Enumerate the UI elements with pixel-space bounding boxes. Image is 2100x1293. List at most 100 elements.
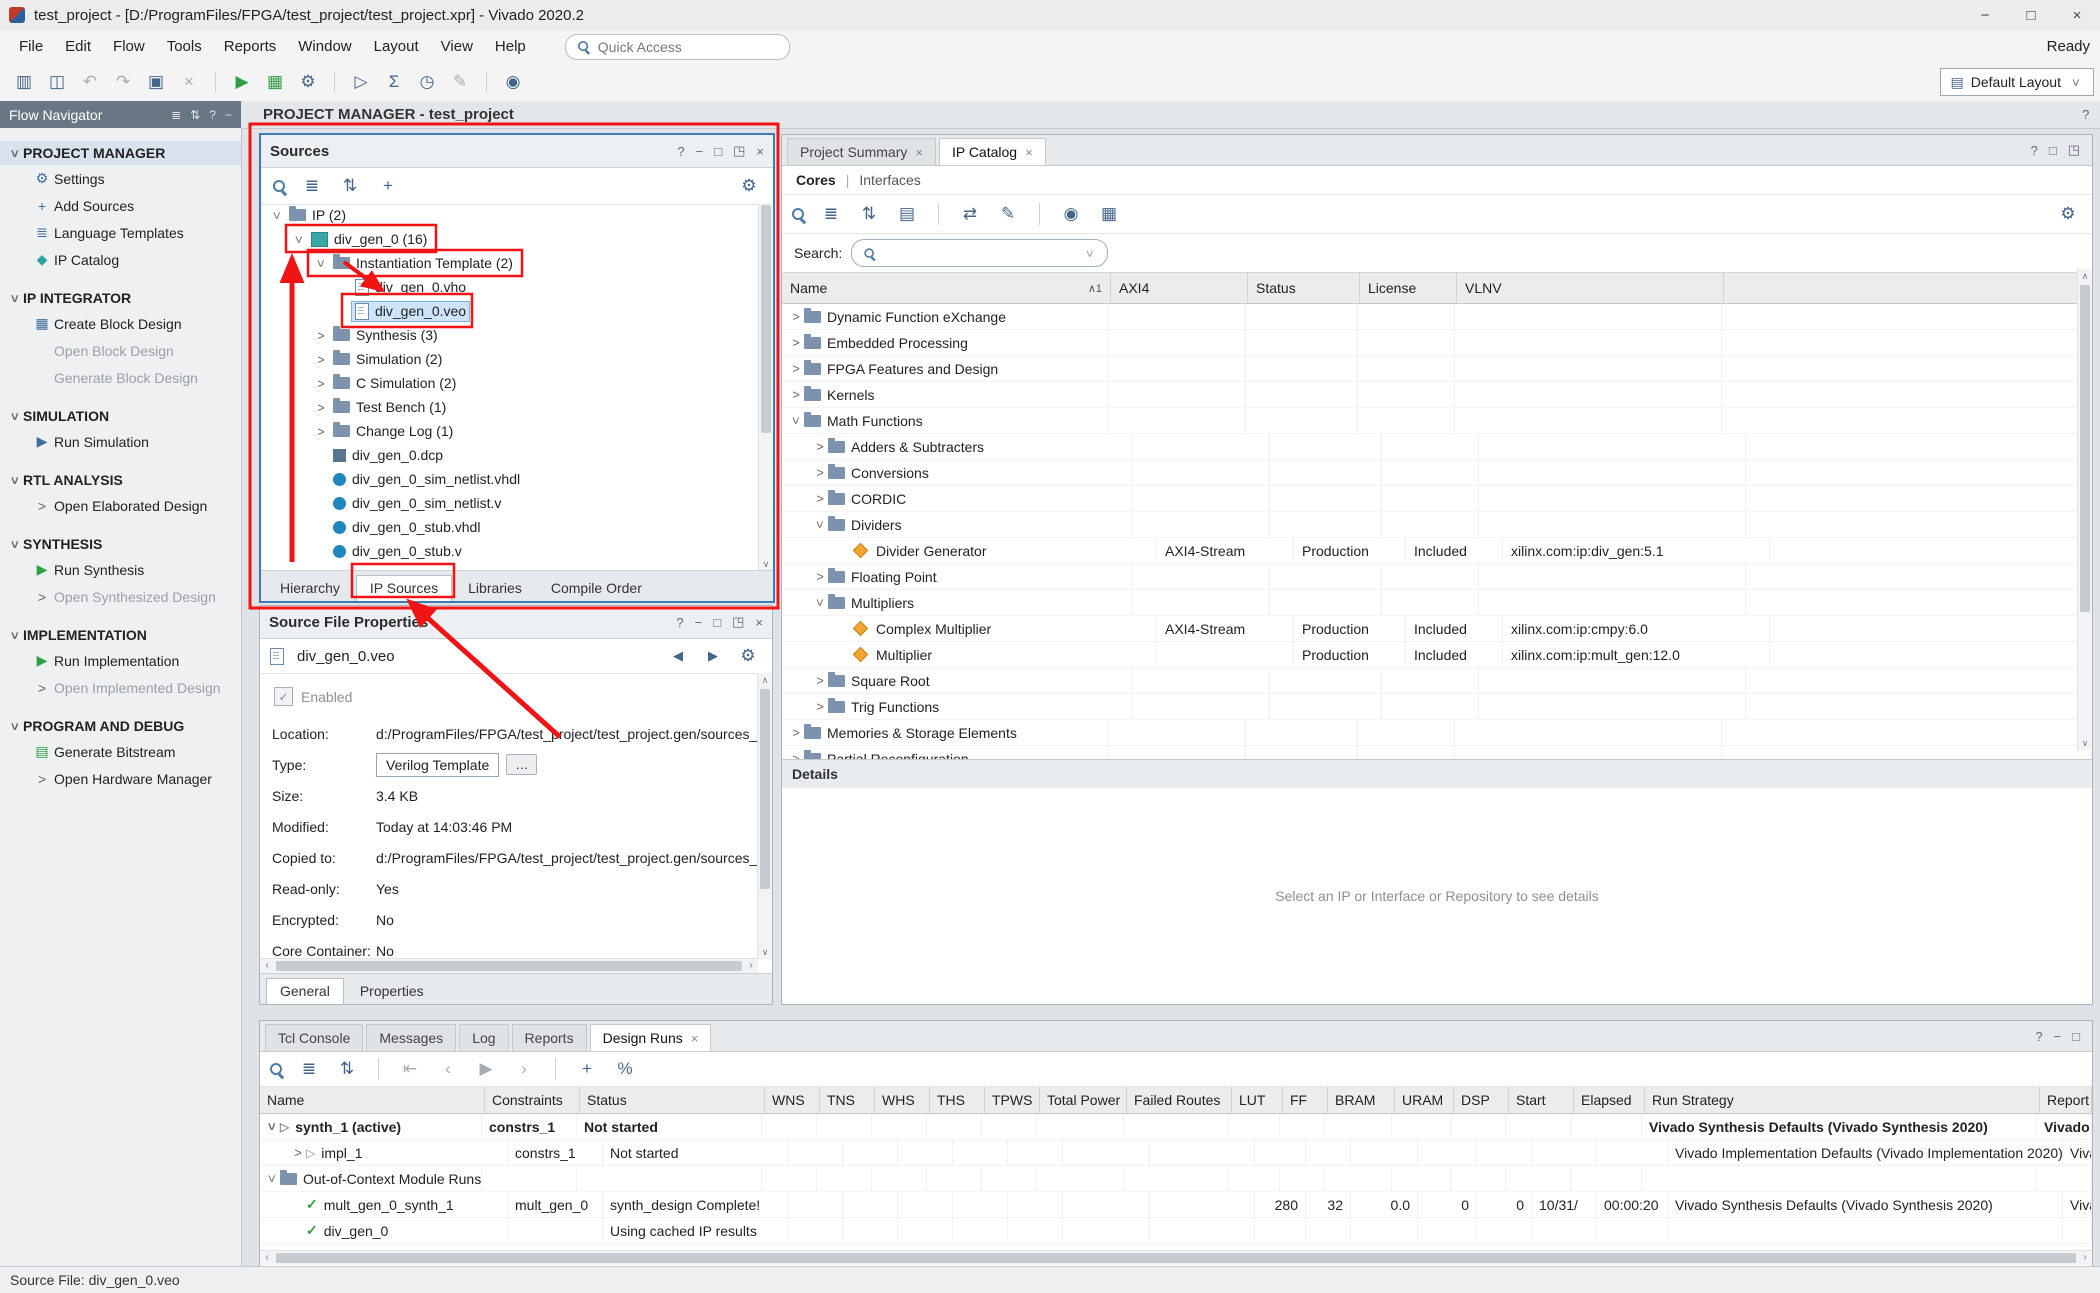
close-icon[interactable]: × (756, 144, 764, 159)
chevron-right-icon[interactable] (812, 569, 828, 584)
column-header-tns[interactable]: TNS (820, 1087, 875, 1113)
close-icon[interactable] (1025, 145, 1033, 160)
go-back-icon[interactable]: ‹ (434, 1056, 462, 1082)
menu-layout[interactable]: Layout (363, 38, 430, 55)
tree-item-div-gen-0-stub-v[interactable]: div_gen_0_stub.v (261, 539, 759, 563)
expand-all-icon[interactable]: ⇅ (336, 173, 364, 199)
ip-catalog-row-fpga-features-and-design[interactable]: FPGA Features and Design (782, 356, 2092, 382)
subnav-interfaces[interactable]: Interfaces (859, 172, 920, 188)
sum-icon[interactable]: Σ (380, 69, 408, 95)
ip-catalog-row-floating-point[interactable]: Floating Point (782, 564, 2092, 590)
tab-properties[interactable]: Properties (347, 979, 437, 1004)
chevron-right-icon[interactable] (788, 309, 804, 324)
ip-catalog-row-multipliers[interactable]: Multipliers (782, 590, 2092, 616)
chevron-down-icon[interactable] (789, 413, 804, 429)
flow-section-synthesis[interactable]: SYNTHESIS (0, 532, 241, 556)
delete-icon[interactable]: × (175, 69, 203, 95)
column-header-name[interactable]: Name∧1 (782, 273, 1111, 303)
menu-view[interactable]: View (430, 38, 484, 55)
design-run-row-out-of-context-module-runs[interactable]: Out-of-Context Module Runs (260, 1166, 2092, 1192)
open-project-icon[interactable]: ▥ (10, 69, 38, 95)
scroll-left-icon[interactable] (260, 1251, 274, 1265)
import-ip-icon[interactable]: ⇄ (956, 201, 984, 227)
chevron-right-icon[interactable] (313, 352, 329, 367)
tab-design-runs[interactable]: Design Runs (590, 1024, 712, 1051)
column-header-uram[interactable]: URAM (1395, 1087, 1454, 1113)
elaborate-icon[interactable]: ▷ (347, 69, 375, 95)
tab-libraries[interactable]: Libraries (455, 576, 535, 601)
flow-item-open-block-design[interactable]: Open Block Design (0, 337, 241, 364)
help-icon[interactable]: ? (677, 144, 684, 159)
gear-icon[interactable]: ⚙ (2054, 201, 2082, 227)
column-header-total-power[interactable]: Total Power (1040, 1087, 1127, 1113)
column-header-elapsed[interactable]: Elapsed (1574, 1087, 1645, 1113)
generate-bitstream-icon[interactable]: ▦ (261, 69, 289, 95)
menu-help[interactable]: Help (484, 38, 537, 55)
tab-project-summary[interactable]: Project Summary (787, 138, 936, 165)
tree-item-div-gen-0-stub-vhdl[interactable]: div_gen_0_stub.vhdl (261, 515, 759, 539)
menu-reports[interactable]: Reports (213, 38, 288, 55)
menu-edit[interactable]: Edit (54, 38, 102, 55)
chevron-right-icon[interactable] (313, 400, 329, 415)
settings-icon[interactable]: ⚙ (294, 69, 322, 95)
close-icon[interactable]: × (2054, 0, 2100, 30)
column-header-bram[interactable]: BRAM (1328, 1087, 1395, 1113)
flow-section-simulation[interactable]: SIMULATION (0, 404, 241, 428)
close-icon[interactable] (691, 1031, 699, 1046)
flow-item-open-elaborated-design[interactable]: Open Elaborated Design (0, 492, 241, 519)
minimize-icon[interactable]: − (225, 108, 232, 122)
chevron-down-icon[interactable] (265, 1119, 280, 1135)
collapse-all-icon[interactable]: ≣ (171, 108, 181, 122)
chevron-right-icon[interactable] (788, 335, 804, 350)
go-forward-icon[interactable]: › (510, 1056, 538, 1082)
flow-section-program-and-debug[interactable]: PROGRAM AND DEBUG (0, 714, 241, 738)
ip-catalog-row-cordic[interactable]: CORDIC (782, 486, 2092, 512)
column-header-status[interactable]: Status (1248, 273, 1360, 303)
tab-general[interactable]: General (266, 978, 344, 1004)
debug-icon[interactable]: ◉ (499, 69, 527, 95)
menu-tools[interactable]: Tools (156, 38, 213, 55)
column-header-dsp[interactable]: DSP (1454, 1087, 1509, 1113)
ip-catalog-row-trig-functions[interactable]: Trig Functions (782, 694, 2092, 720)
help-icon[interactable]: ? (2082, 107, 2089, 122)
ip-settings-icon[interactable]: ◉ (1057, 201, 1085, 227)
ip-catalog-row-adders-subtracters[interactable]: Adders & Subtracters (782, 434, 2092, 460)
column-header-whs[interactable]: WHS (875, 1087, 930, 1113)
expand-all-icon[interactable]: ⇅ (190, 108, 200, 122)
tab-hierarchy[interactable]: Hierarchy (267, 576, 353, 601)
chevron-right-icon[interactable] (788, 361, 804, 376)
scrollbar-thumb[interactable] (276, 961, 742, 971)
chevron-right-icon[interactable] (313, 424, 329, 439)
minimize-icon[interactable]: − (1962, 0, 2008, 30)
close-icon[interactable]: × (755, 615, 763, 630)
maximize-icon[interactable]: □ (2008, 0, 2054, 30)
back-icon[interactable]: ◀ (664, 643, 692, 669)
undo-icon[interactable]: ↶ (76, 69, 104, 95)
column-header-status[interactable]: Status (580, 1087, 765, 1113)
column-header-wns[interactable]: WNS (765, 1087, 820, 1113)
ip-catalog-row-math-functions[interactable]: Math Functions (782, 408, 2092, 434)
maximize-icon[interactable]: □ (2049, 143, 2057, 158)
tab-tcl-console[interactable]: Tcl Console (265, 1024, 363, 1051)
gear-icon[interactable]: ⚙ (734, 643, 762, 669)
flow-item-run-synthesis[interactable]: ▶Run Synthesis (0, 556, 241, 583)
ip-catalog-row-kernels[interactable]: Kernels (782, 382, 2092, 408)
scroll-left-icon[interactable] (260, 959, 274, 973)
tree-item-div-gen-0-sim-netlist-vhdl[interactable]: div_gen_0_sim_netlist.vhdl (261, 467, 759, 491)
flow-item-create-block-design[interactable]: ▦Create Block Design (0, 310, 241, 337)
chevron-right-icon[interactable] (812, 673, 828, 688)
minimize-icon[interactable]: − (695, 615, 703, 630)
chevron-right-icon[interactable] (812, 699, 828, 714)
chevron-right-icon[interactable] (788, 387, 804, 402)
window-controls[interactable]: −□× (1962, 0, 2100, 30)
scrollbar-thumb[interactable] (2080, 285, 2090, 612)
subnav-cores[interactable]: Cores (796, 172, 836, 188)
flow-item-generate-bitstream[interactable]: ▤Generate Bitstream (0, 738, 241, 765)
design-run-row-mult-gen-0-synth-1[interactable]: mult_gen_0_synth_1mult_gen_0synth_design… (260, 1192, 2092, 1218)
flow-item-settings[interactable]: ⚙Settings (0, 165, 241, 192)
ip-catalog-row-divider-generator[interactable]: Divider GeneratorAXI4-StreamProductionIn… (782, 538, 2092, 564)
minimize-icon[interactable]: − (696, 144, 704, 159)
redo-icon[interactable]: ↷ (109, 69, 137, 95)
column-header-report-strategy[interactable]: Report Strategy (2040, 1087, 2092, 1113)
scroll-down-icon[interactable] (759, 557, 773, 571)
